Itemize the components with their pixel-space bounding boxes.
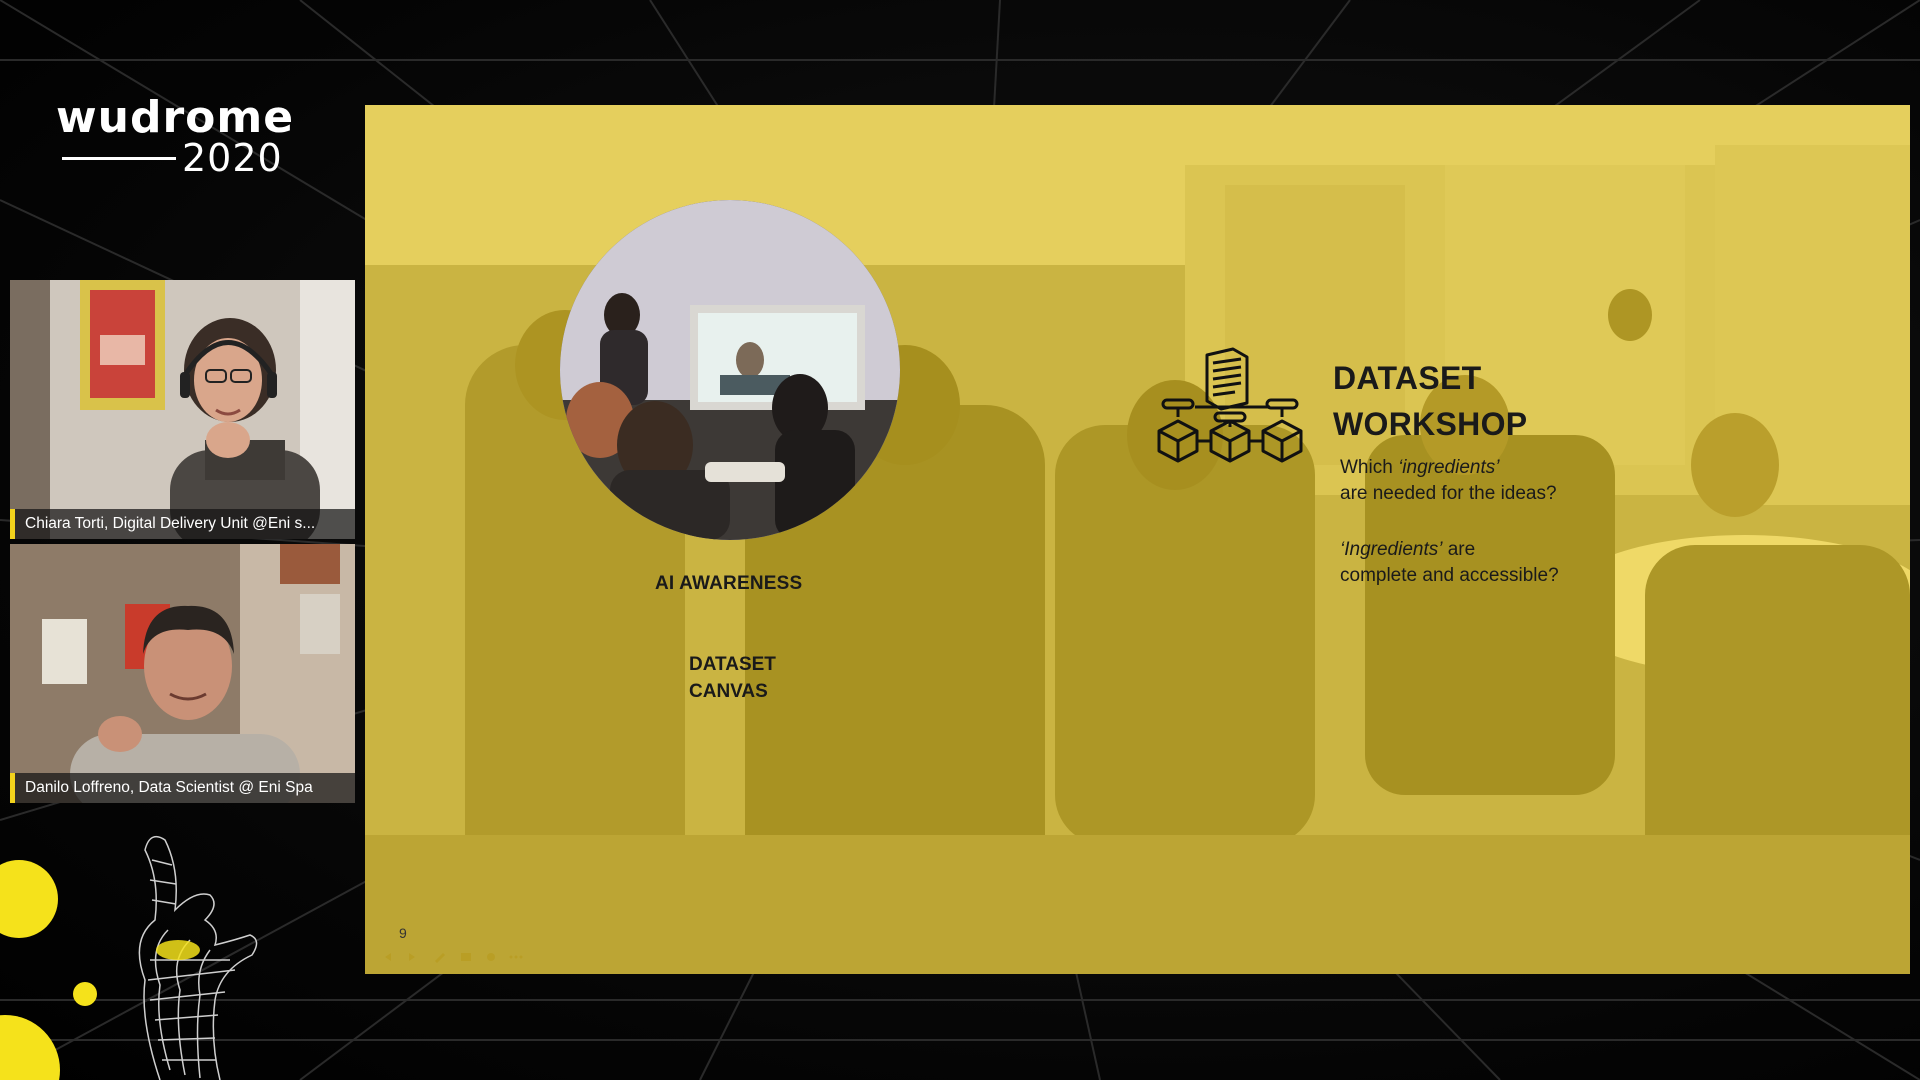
- q1-italic: ‘ingredients’: [1398, 457, 1500, 478]
- participant-video-tile-1[interactable]: Chiara Torti, Digital Delivery Unit @Eni…: [10, 280, 355, 539]
- q2-italic: ‘Ingredients’: [1340, 539, 1443, 560]
- dataset-canvas-line-2: CANVAS: [689, 681, 768, 702]
- q2-suffix: are: [1442, 539, 1476, 560]
- participant-video-feed: [10, 280, 355, 539]
- ai-awareness-label: AI AWARENESS: [655, 573, 803, 594]
- participant-video-tile-2[interactable]: Danilo Loffreno, Data Scientist @ Eni Sp…: [10, 544, 355, 803]
- participant-name-label: Chiara Torti, Digital Delivery Unit @Eni…: [10, 509, 355, 539]
- logo-rule: [62, 157, 176, 160]
- participant-video-feed: [10, 544, 355, 803]
- pen-icon: [435, 953, 445, 963]
- decorative-yellow-dot: [73, 982, 97, 1006]
- slide-navigation-controls[interactable]: [379, 950, 539, 964]
- previous-slide-icon: [385, 953, 391, 961]
- dataset-workshop-title: DATASET WORKSHOP: [1333, 355, 1527, 447]
- dataset-canvas-label: DATASET CANVAS: [689, 651, 776, 705]
- event-logo: wudrome 2020: [56, 96, 296, 182]
- slide-page-number: 9: [399, 925, 407, 941]
- logo-year: 2020: [182, 136, 283, 180]
- dataset-icon: [1157, 347, 1303, 463]
- workshop-question-1: Which ‘ingredients’ are needed for the i…: [1340, 455, 1557, 507]
- workshop-title-line-2: WORKSHOP: [1333, 406, 1528, 442]
- q1-line-2: are needed for the ideas?: [1340, 483, 1557, 504]
- yellow-tint-overlay: [365, 105, 1910, 974]
- dataset-canvas-line-1: DATASET: [689, 654, 776, 675]
- zoom-icon: [487, 953, 495, 961]
- ai-awareness-photo: [560, 200, 900, 540]
- slides-grid-icon: [461, 953, 471, 961]
- q1-prefix: Which: [1340, 457, 1399, 478]
- participant-name-label: Danilo Loffreno, Data Scientist @ Eni Sp…: [10, 773, 355, 803]
- workshop-question-2: ‘Ingredients’ are complete and accessibl…: [1340, 537, 1559, 589]
- q2-line-2: complete and accessible?: [1340, 565, 1559, 586]
- presentation-slide: AI AWARENESS DATASET CANVAS DATASET WORK…: [365, 105, 1910, 974]
- conference-stage: wudrome 2020 Chiara Torti, Digital Deliv…: [0, 0, 1920, 1080]
- next-slide-icon: [409, 953, 415, 961]
- wireframe-hand-graphic: [138, 835, 258, 1080]
- workshop-title-line-1: DATASET: [1333, 360, 1482, 396]
- logo-wordmark: wudrome: [56, 92, 295, 143]
